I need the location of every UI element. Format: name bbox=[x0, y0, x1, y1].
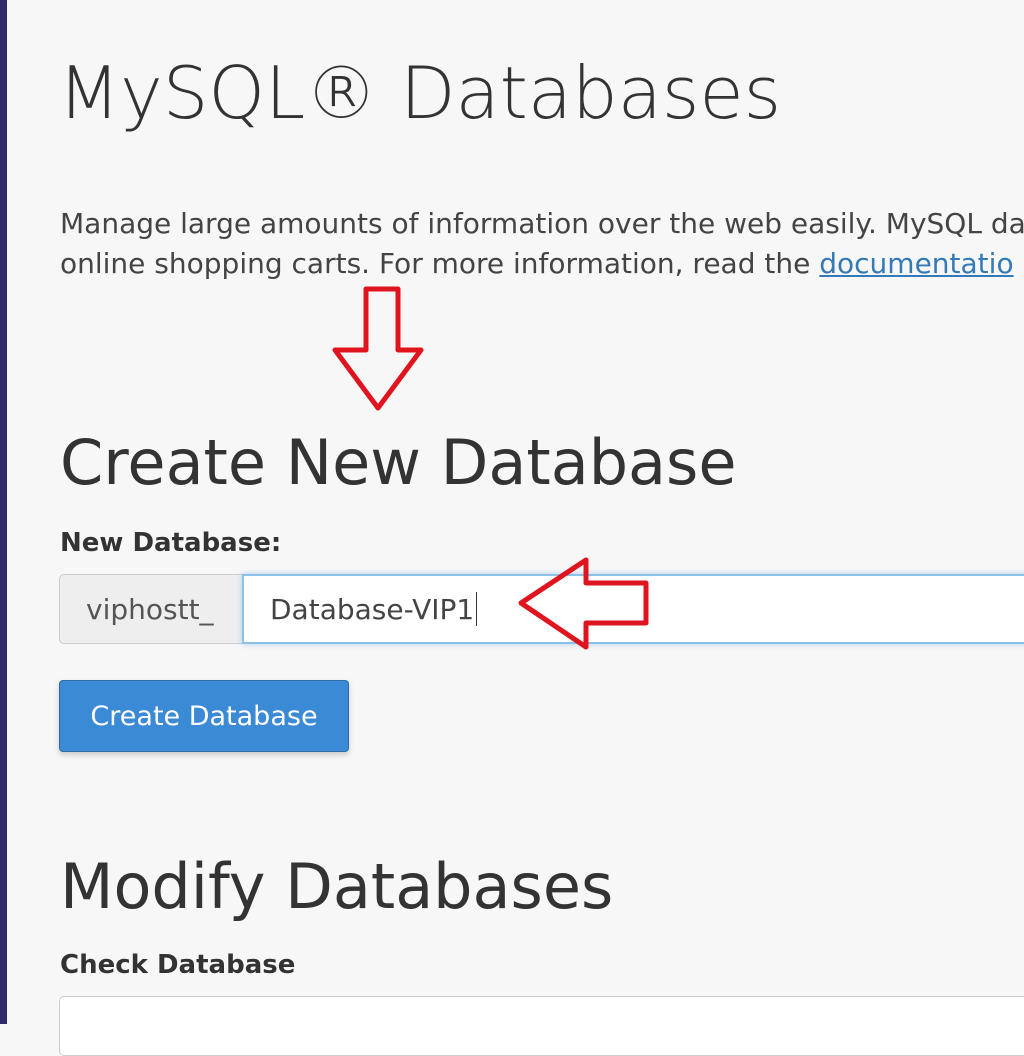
documentation-link[interactable]: documentatio bbox=[819, 247, 1013, 280]
page-description: Manage large amounts of information over… bbox=[60, 204, 1024, 284]
modify-databases-heading: Modify Databases bbox=[60, 850, 614, 923]
arrow-left-icon bbox=[518, 557, 649, 650]
text-caret bbox=[476, 592, 478, 626]
description-line-1: Manage large amounts of information over… bbox=[60, 207, 1024, 240]
description-line-2: online shopping carts. For more informat… bbox=[60, 244, 1024, 284]
check-database-select[interactable] bbox=[59, 996, 1024, 1056]
create-database-button[interactable]: Create Database bbox=[59, 680, 349, 752]
page-title: MySQL® Databases bbox=[58, 51, 782, 135]
check-database-label: Check Database bbox=[60, 950, 296, 980]
new-database-label: New Database: bbox=[60, 528, 282, 558]
arrow-down-icon bbox=[332, 286, 424, 411]
description-line-2-text: online shopping carts. For more informat… bbox=[60, 247, 820, 280]
window-left-edge bbox=[0, 0, 7, 1024]
database-name-value: Database-VIP1 bbox=[270, 592, 475, 626]
create-database-heading: Create New Database bbox=[60, 426, 737, 499]
database-prefix: viphostt_ bbox=[59, 574, 242, 644]
